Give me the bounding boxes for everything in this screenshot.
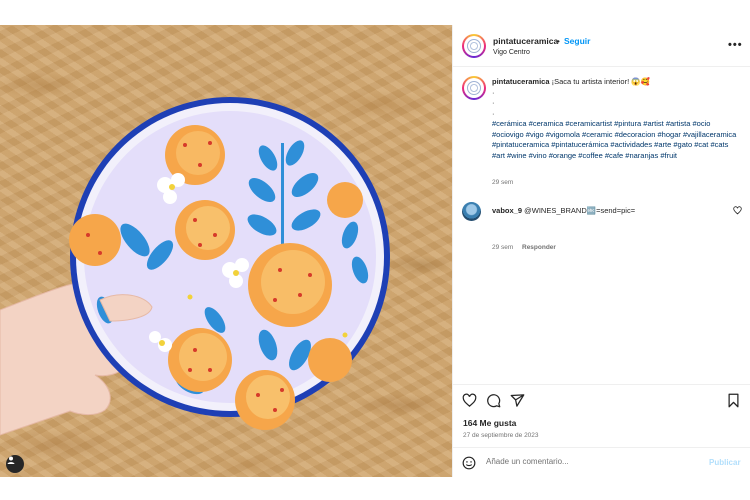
- comment-time: 29 sem: [492, 244, 514, 251]
- heart-icon[interactable]: [462, 393, 477, 408]
- caption-hashtags[interactable]: #cerámica #ceramica #ceramicartist #pint…: [492, 119, 736, 160]
- user-tag-icon[interactable]: [6, 455, 24, 473]
- comment-avatar[interactable]: [462, 202, 481, 221]
- comment-text: @WINES_BRAND🔤=send=pic=: [524, 206, 636, 215]
- comment-username[interactable]: vabox_9: [492, 206, 522, 215]
- post-photo[interactable]: [0, 25, 452, 477]
- caption-time: 29 sem: [492, 179, 514, 186]
- post-location[interactable]: Vigo Centro: [493, 49, 530, 56]
- comment-like-icon[interactable]: [733, 206, 742, 215]
- follow-button[interactable]: Seguir: [564, 36, 590, 46]
- comment-input[interactable]: [486, 457, 696, 466]
- publish-button[interactable]: Publicar: [709, 458, 741, 467]
- post-header: pintatuceramica • Seguir Vigo Centro •••: [453, 25, 750, 67]
- separator: •: [557, 37, 560, 46]
- caption-text: ¡Saca tu artista interior! 😱🥰: [551, 77, 650, 86]
- comments-section: pintatuceramica ¡Saca tu artista interio…: [453, 68, 750, 384]
- share-icon[interactable]: [510, 393, 525, 408]
- caption-dot: ·: [492, 87, 495, 97]
- post-sidebar: pintatuceramica • Seguir Vigo Centro •••…: [452, 25, 750, 477]
- comment-icon[interactable]: [486, 393, 501, 408]
- comment: vabox_9 @WINES_BRAND🔤=send=pic=: [492, 206, 635, 215]
- add-comment-bar: Publicar: [453, 447, 750, 478]
- post-username[interactable]: pintatuceramica: [493, 36, 558, 46]
- caption-avatar[interactable]: [462, 76, 486, 100]
- bookmark-icon[interactable]: [727, 393, 740, 408]
- avatar[interactable]: [462, 34, 486, 58]
- caption-username[interactable]: pintatuceramica: [492, 77, 550, 86]
- caption-dot: ·: [492, 108, 495, 118]
- actions-section: 164 Me gusta 27 de septiembre de 2023 Pu…: [453, 384, 750, 477]
- caption: pintatuceramica ¡Saca tu artista interio…: [492, 77, 742, 161]
- emoji-icon[interactable]: [462, 456, 476, 470]
- reply-button[interactable]: Responder: [522, 244, 556, 251]
- plate-illustration: [0, 97, 390, 436]
- post-date: 27 de septiembre de 2023: [463, 432, 539, 439]
- frame-top: [0, 0, 750, 25]
- likes-count[interactable]: 164 Me gusta: [463, 418, 516, 428]
- frame-bottom: [0, 477, 750, 500]
- more-icon[interactable]: •••: [728, 39, 743, 51]
- caption-dot: ·: [492, 98, 495, 107]
